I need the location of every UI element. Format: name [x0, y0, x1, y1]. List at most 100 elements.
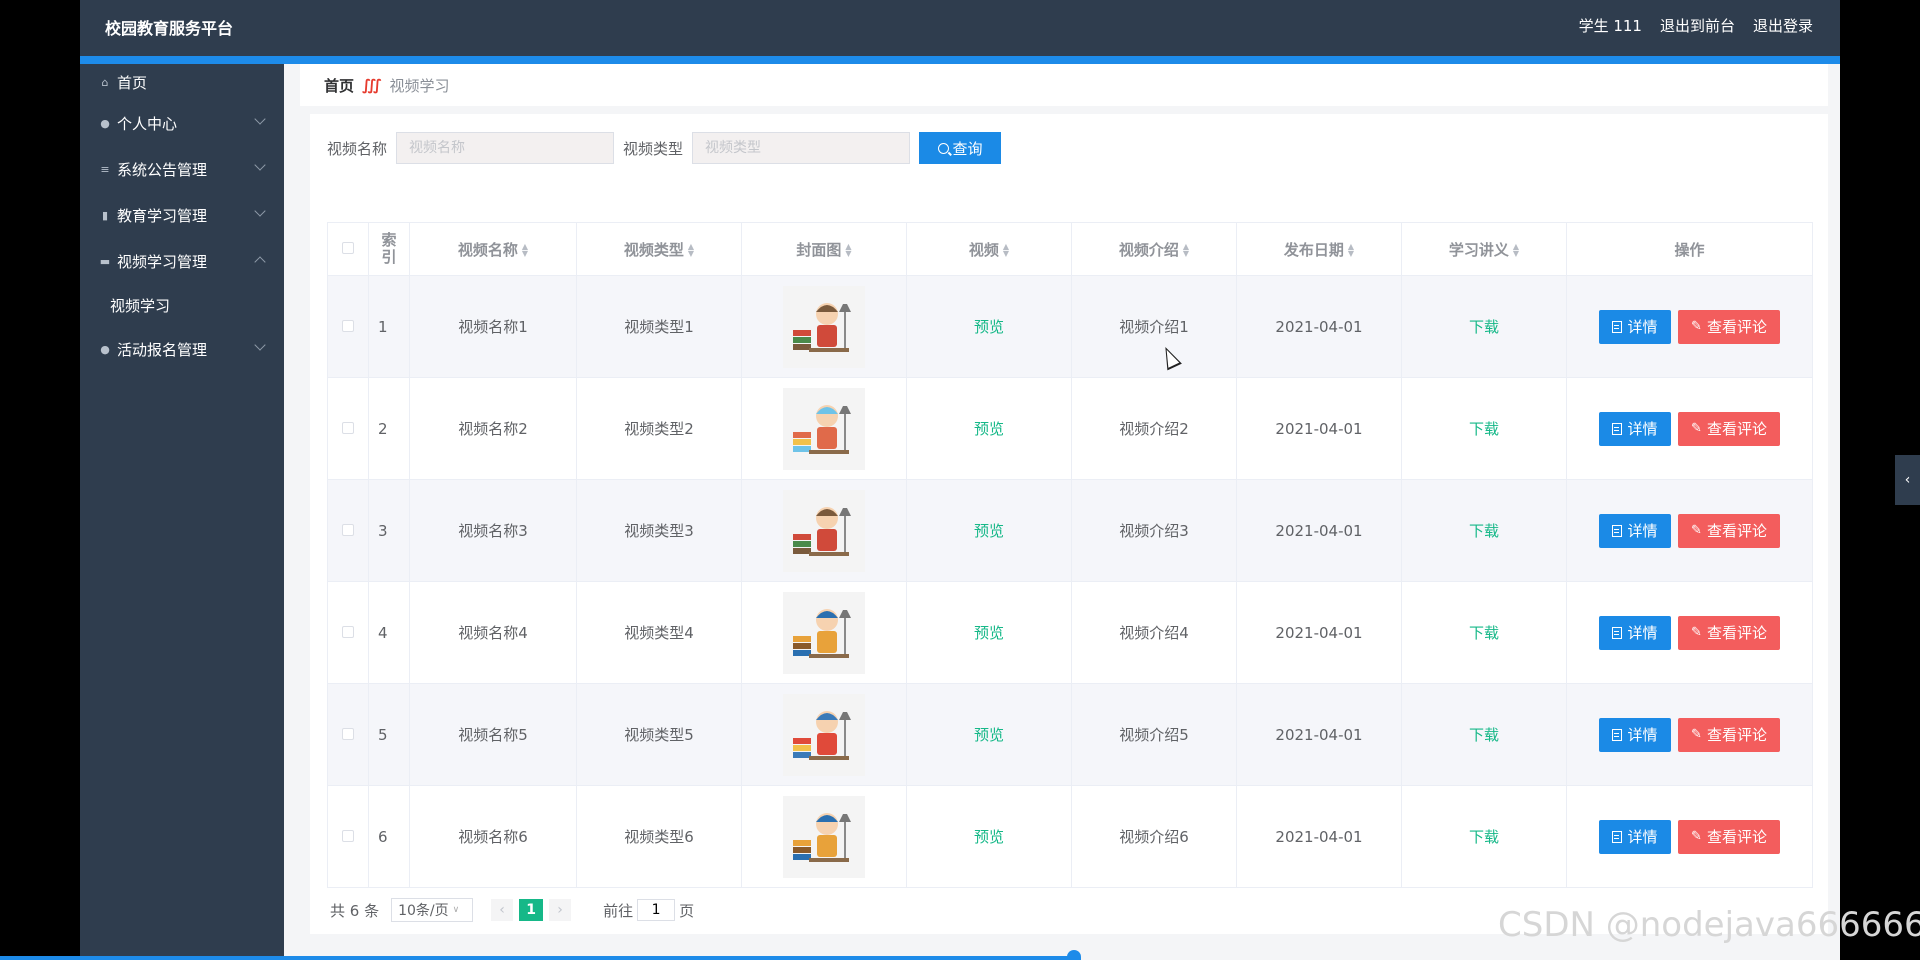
col-header-name[interactable]: 视频名称 ▲ ▼ — [409, 222, 577, 276]
comments-button-label: 查看评论 — [1706, 624, 1767, 642]
breadcrumb: 首页 ∭ 视频学习 — [300, 64, 1828, 106]
col-header-type[interactable]: 视频类型 ▲ ▼ — [576, 222, 742, 276]
view-comments-button[interactable]: ✎ 查看评论 — [1678, 819, 1780, 854]
sidebar-item-education[interactable]: ▮ 教育学习管理 — [80, 192, 284, 238]
app-window: 校园教育服务平台 学生 111 退出到前台 退出登录 ⌂ 首页 ● 个人中心 ≡… — [80, 0, 1840, 960]
sidebar-item-announcements[interactable]: ≡ 系统公告管理 — [80, 146, 284, 192]
col-header-video[interactable]: 视频 ▲ ▼ — [906, 222, 1072, 276]
download-link[interactable]: 下载 — [1469, 318, 1499, 336]
detail-button[interactable]: 详情 — [1599, 819, 1671, 854]
detail-button[interactable]: 详情 — [1599, 615, 1671, 650]
video-progress-bar[interactable] — [0, 956, 1075, 960]
breadcrumb-home[interactable]: 首页 — [324, 75, 354, 96]
col-header-intro[interactable]: 视频介绍 ▲ ▼ — [1071, 222, 1237, 276]
cover-image[interactable] — [783, 387, 865, 470]
row-select-cell — [327, 683, 369, 786]
row-checkbox[interactable] — [342, 625, 354, 638]
row-checkbox[interactable] — [342, 319, 354, 332]
edit-icon: ✎ — [1691, 523, 1702, 538]
preview-link[interactable]: 预览 — [974, 624, 1004, 642]
cell-actions: 详情 ✎ 查看评论 — [1566, 581, 1813, 684]
edit-icon: ✎ — [1691, 319, 1702, 334]
select-all-checkbox[interactable] — [342, 242, 354, 254]
header-label: 视频名称 — [457, 240, 518, 259]
chevron-left-icon: ‹ — [1904, 472, 1911, 488]
row-checkbox[interactable] — [342, 727, 354, 740]
cell-video-type: 视频类型1 — [576, 275, 742, 378]
page-size-select[interactable]: 10条/页 ∨ — [391, 898, 474, 922]
header-label: 视频 — [968, 240, 999, 259]
preview-link[interactable]: 预览 — [974, 420, 1004, 438]
side-collapse-tab[interactable]: ‹ — [1895, 455, 1920, 505]
cell-handout: 下载 — [1401, 581, 1567, 684]
row-select-cell — [327, 377, 369, 480]
logout-link[interactable]: 退出登录 — [1753, 15, 1813, 36]
cell-video: 预览 — [906, 479, 1072, 582]
download-link[interactable]: 下载 — [1469, 828, 1499, 846]
video-type-input[interactable] — [692, 132, 911, 164]
preview-link[interactable]: 预览 — [974, 318, 1004, 336]
view-comments-button[interactable]: ✎ 查看评论 — [1678, 411, 1780, 446]
sidebar-item-activity-signup[interactable]: ● 活动报名管理 — [80, 326, 284, 372]
cover-image[interactable] — [783, 693, 865, 776]
col-header-cover[interactable]: 封面图 ▲ ▼ — [741, 222, 907, 276]
detail-button[interactable]: 详情 — [1599, 309, 1671, 344]
cover-image[interactable] — [783, 795, 865, 878]
sidebar-item-video-learning[interactable]: ▬ 视频学习管理 — [80, 238, 284, 284]
sidebar-item-personal-center[interactable]: ● 个人中心 — [80, 100, 284, 146]
sort-icon: ▲ ▼ — [1512, 242, 1520, 258]
sidebar-item-home[interactable]: ⌂ 首页 — [80, 64, 284, 100]
download-link[interactable]: 下载 — [1469, 420, 1499, 438]
detail-button[interactable]: 详情 — [1599, 513, 1671, 548]
detail-button-label: 详情 — [1627, 420, 1658, 438]
cover-image[interactable] — [783, 285, 865, 368]
view-comments-button[interactable]: ✎ 查看评论 — [1678, 513, 1780, 548]
breadcrumb-current: 视频学习 — [389, 76, 450, 95]
home-icon: ⌂ — [101, 75, 109, 89]
table-row: 6 视频名称6 视频类型6 预览 视频介绍6 2021-04-01 下载 详情 … — [327, 785, 1813, 888]
preview-link[interactable]: 预览 — [974, 522, 1004, 540]
current-user[interactable]: 学生 111 — [1579, 15, 1642, 36]
edit-icon: ✎ — [1691, 625, 1702, 640]
breadcrumb-separator-icon: ∭ — [362, 76, 382, 94]
detail-button[interactable]: 详情 — [1599, 411, 1671, 446]
cell-handout: 下载 — [1401, 479, 1567, 582]
chevron-down-icon — [254, 159, 266, 171]
next-page-button[interactable]: › — [549, 899, 572, 921]
cover-image[interactable] — [783, 489, 865, 572]
cell-actions: 详情 ✎ 查看评论 — [1566, 785, 1813, 888]
download-link[interactable]: 下载 — [1469, 522, 1499, 540]
page-number-current[interactable]: 1 — [519, 899, 544, 921]
table-row: 2 视频名称2 视频类型2 预览 视频介绍2 2021-04-01 下载 详情 … — [327, 377, 1813, 480]
cover-image[interactable] — [783, 591, 865, 674]
row-checkbox[interactable] — [342, 523, 354, 536]
col-header-date[interactable]: 发布日期 ▲ ▼ — [1236, 222, 1402, 276]
detail-button[interactable]: 详情 — [1599, 717, 1671, 752]
view-comments-button[interactable]: ✎ 查看评论 — [1678, 615, 1780, 650]
col-header-handout[interactable]: 学习讲义 ▲ ▼ — [1401, 222, 1567, 276]
video-name-input[interactable] — [396, 132, 615, 164]
row-checkbox[interactable] — [342, 421, 354, 434]
cell-video: 预览 — [906, 377, 1072, 480]
sidebar-item-label: 活动报名管理 — [117, 340, 208, 359]
cell-index: 5 — [368, 683, 410, 786]
download-link[interactable]: 下载 — [1469, 624, 1499, 642]
download-link[interactable]: 下载 — [1469, 726, 1499, 744]
row-checkbox[interactable] — [342, 829, 354, 842]
header-label: 封面图 — [796, 240, 842, 259]
edit-icon: ✎ — [1691, 421, 1702, 436]
prev-page-button[interactable]: ‹ — [491, 899, 514, 921]
sidebar-subitem-video-study[interactable]: 视频学习 — [80, 284, 284, 326]
view-comments-button[interactable]: ✎ 查看评论 — [1678, 717, 1780, 752]
goto-page-input[interactable] — [637, 899, 676, 921]
cell-cover — [741, 683, 907, 786]
cell-video-type: 视频类型6 — [576, 785, 742, 888]
video-table: 索引 视频名称 ▲ ▼ 视频类型 ▲ ▼ 封面图 ▲ ▼ 视频 ▲ ▼ 视频介绍 ▲ ▼ 发布日期 ▲… — [327, 222, 1813, 888]
view-comments-button[interactable]: ✎ 查看评论 — [1678, 309, 1780, 344]
video-progress-knob[interactable] — [1067, 950, 1081, 960]
sidebar-item-label: 系统公告管理 — [117, 160, 208, 179]
search-button[interactable]: 查询 — [919, 132, 1002, 164]
preview-link[interactable]: 预览 — [974, 828, 1004, 846]
back-to-front-link[interactable]: 退出到前台 — [1660, 15, 1735, 36]
preview-link[interactable]: 预览 — [974, 726, 1004, 744]
